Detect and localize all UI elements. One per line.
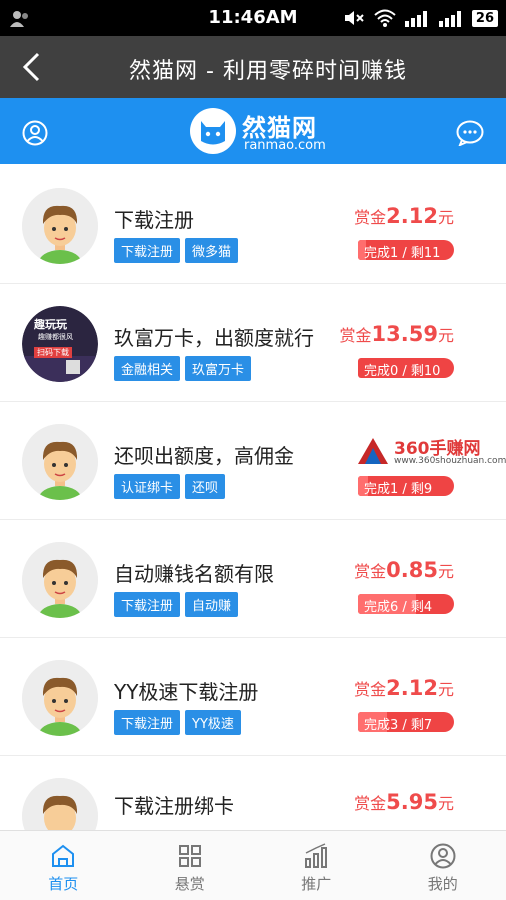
signal-icon-2 [438,11,461,27]
profile-icon [430,843,456,869]
poster-avatar: 趣玩玩 趣赚都很风 扫码下载 [22,306,98,382]
reward-amount: 2.12 [386,676,438,700]
status-bar: 11:46AM 26 [0,0,506,36]
reward-unit: 元 [437,326,454,345]
task-progress: 完成1 / 剩9 [358,476,454,496]
task-title: 自动赚钱名额有限 [114,562,274,586]
reward-label: 赏金 [339,326,372,345]
brand-logo: 然猫网 ranmao.com [190,106,330,156]
boy-avatar [22,188,98,264]
task-tag: 还呗 [185,474,226,499]
page-title: 然猫网 - 利用零碎时间赚钱 [129,59,407,84]
cat-logo-icon [190,108,236,154]
poster-line2: 趣赚都很风 [38,333,73,341]
home-icon [52,844,75,867]
task-tag: 微多猫 [185,238,239,263]
back-icon[interactable] [18,52,48,82]
progress-text: 完成0 / 剩10 [364,364,441,378]
user-icon[interactable] [22,120,48,146]
battery-icon: 26 [471,9,498,27]
reward-amount: 13.59 [371,322,438,346]
task-reward: 赏金2.12元 [354,204,454,228]
nav-label: 我的 [427,875,458,893]
status-icons: 26 [344,7,498,29]
app-titlebar: 然猫网 - 利用零碎时间赚钱 [0,36,506,98]
task-row[interactable]: 趣玩玩 趣赚都很风 扫码下载 玖富万卡，出额度就行 金融相关 玖富万卡 赏金13… [0,284,506,402]
reward-unit: 元 [437,562,454,581]
task-row[interactable]: 下载注册绑卡 赏金5.95元 [0,756,506,830]
reward-amount: 0.85 [386,558,438,582]
task-progress: 完成1 / 剩11 [358,240,454,260]
task-progress: 完成0 / 剩10 [358,358,454,378]
task-reward: 赏金2.12元 [354,676,454,700]
nav-label: 推广 [301,875,332,893]
task-row[interactable]: 下载注册 下载注册 微多猫 赏金2.12元 完成1 / 剩11 [0,166,506,284]
task-progress: 完成6 / 剩4 [358,594,454,614]
message-icon[interactable] [456,120,484,146]
task-title: 下载注册 [114,208,194,232]
reward-label: 赏金 [354,680,387,699]
mute-icon [344,11,364,25]
task-row[interactable]: YY极速下载注册 下载注册 YY极速 赏金2.12元 完成3 / 剩7 [0,638,506,756]
reward-amount: 5.95 [386,790,438,814]
progress-text: 完成3 / 剩7 [364,718,433,732]
task-tags: 下载注册 微多猫 [114,238,239,263]
task-title: 还呗出额度，高佣金 [114,444,294,468]
nav-mine[interactable]: 我的 [380,831,506,900]
task-reward: 赏金5.95元 [354,790,454,814]
nav-promote[interactable]: 推广 [253,831,380,900]
task-title: 下载注册绑卡 [114,794,234,818]
task-title: 玖富万卡，出额度就行 [114,326,314,350]
reward-label: 赏金 [354,208,387,227]
bottom-nav: 首页 悬赏 推广 我的 [0,830,506,900]
task-tag: 自动赚 [185,592,239,617]
task-tags: 下载注册 自动赚 [114,592,239,617]
watermark-logo-icon [358,438,388,464]
boy-avatar [22,542,98,618]
grid-icon [178,845,201,867]
nav-reward[interactable]: 悬赏 [127,831,254,900]
brand-header: 然猫网 ranmao.com [0,98,506,164]
task-tag: 下载注册 [114,592,181,617]
poster-line3: 扫码下载 [34,347,72,358]
task-tag: 认证绑卡 [114,474,181,499]
task-reward: 赏金0.85元 [354,558,454,582]
reward-unit: 元 [437,680,454,699]
task-row[interactable]: 自动赚钱名额有限 下载注册 自动赚 赏金0.85元 完成6 / 剩4 [0,520,506,638]
task-title: YY极速下载注册 [114,680,259,704]
task-list[interactable]: 下载注册 下载注册 微多猫 赏金2.12元 完成1 / 剩11 趣玩玩 趣赚都很… [0,166,506,830]
task-tag: YY极速 [185,710,241,735]
nav-home[interactable]: 首页 [0,831,127,900]
task-tags: 认证绑卡 还呗 [114,474,226,499]
nav-label: 首页 [48,875,79,893]
watermark: 360手赚网 www.360shouzhuan.com [356,436,506,470]
task-tag: 玖富万卡 [185,356,252,381]
boy-avatar [22,424,98,500]
task-tags: 金融相关 玖富万卡 [114,356,252,381]
reward-unit: 元 [437,208,454,227]
task-tags: 下载注册 YY极速 [114,710,241,735]
nav-label: 悬赏 [174,875,205,893]
watermark-url: www.360shouzhuan.com [394,456,506,466]
signal-icon [404,11,427,27]
poster-line1: 趣玩玩 [34,318,67,331]
progress-text: 完成6 / 剩4 [364,600,433,614]
task-tag: 金融相关 [114,356,181,381]
reward-label: 赏金 [354,794,387,813]
wifi-icon [374,9,396,27]
boy-avatar [22,778,98,830]
progress-text: 完成1 / 剩11 [364,246,441,260]
task-tag: 下载注册 [114,238,181,263]
reward-unit: 元 [437,794,454,813]
progress-text: 完成1 / 剩9 [364,482,433,496]
reward-amount: 2.12 [386,204,438,228]
boy-avatar [22,660,98,736]
task-progress: 完成3 / 剩7 [358,712,454,732]
task-reward: 赏金13.59元 [340,322,454,346]
task-tag: 下载注册 [114,710,181,735]
brand-domain: ranmao.com [244,138,326,153]
reward-label: 赏金 [354,562,387,581]
chart-icon [305,843,328,868]
